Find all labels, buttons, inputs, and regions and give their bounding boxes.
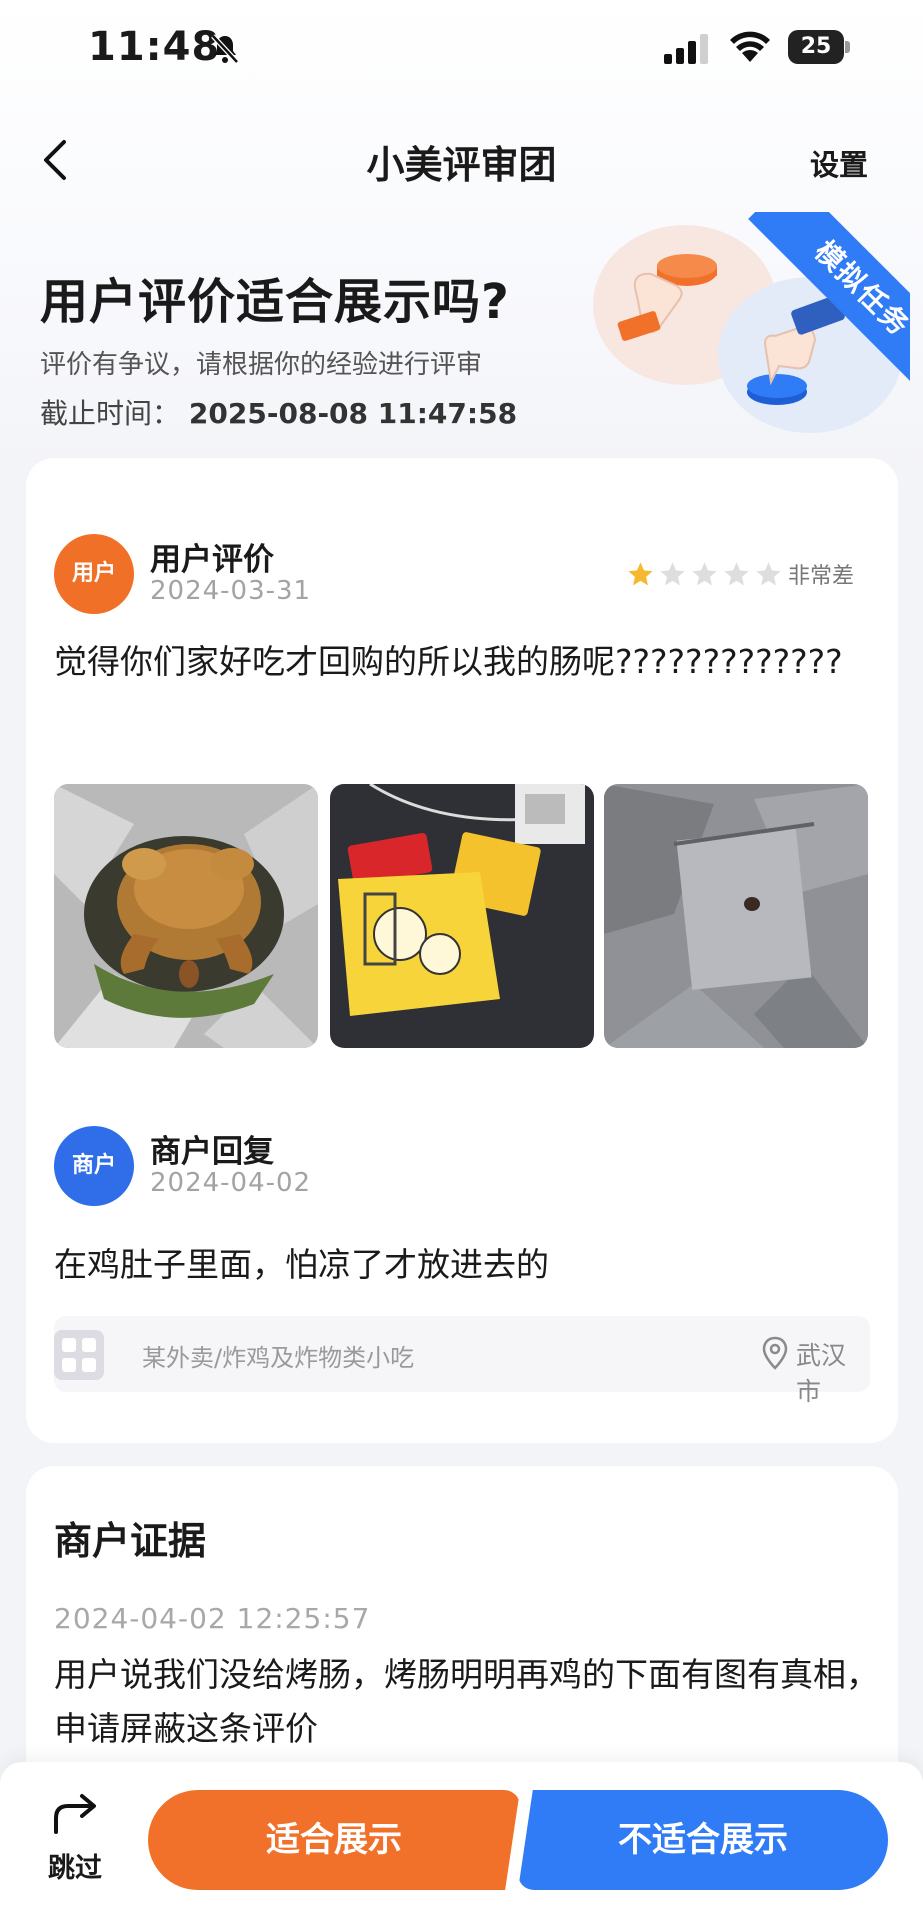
status-time: 11:48 — [88, 24, 221, 70]
battery-indicator: 25 — [788, 30, 850, 64]
signal-icon — [664, 34, 708, 64]
skip-label: 跳过 — [48, 1853, 102, 1884]
skip-arrow-icon — [54, 1794, 96, 1834]
stars — [626, 561, 786, 585]
merchant-avatar: 商户 — [54, 1126, 134, 1206]
review-photo-chicken[interactable] — [54, 784, 318, 1048]
evidence-text: 用户说我们没给烤肠，烤肠明明再鸡的下面有图有真相，申请屏蔽这条评价 — [54, 1655, 879, 1748]
rating-label: 非常差 — [788, 564, 855, 589]
shop-category: 某外卖/炸鸡及炸物类小吃 — [142, 1344, 415, 1372]
simulated-task-ribbon: 模拟任务 — [740, 212, 910, 382]
star-rating: 非常差 — [626, 558, 886, 592]
bell-muted-icon — [211, 34, 239, 64]
star-icon — [628, 561, 653, 585]
review-photo-foil[interactable] — [604, 784, 868, 1048]
evidence-title: 商户证据 — [54, 1519, 207, 1563]
merchant-reply-date: 2024-04-02 — [150, 1168, 312, 1198]
merchant-reply-name: 商户回复 — [150, 1134, 274, 1170]
suitable-button[interactable]: 适合展示 — [148, 1790, 520, 1890]
user-review-text: 觉得你们家好吃才回购的所以我的肠呢????????????? — [54, 642, 843, 681]
star-icon — [724, 561, 749, 585]
wifi-icon — [730, 31, 770, 62]
page-title: 小美评审团 — [366, 143, 557, 187]
battery-level: 25 — [800, 34, 832, 59]
shop-icon — [54, 1330, 104, 1380]
location-pin-icon — [762, 1336, 788, 1370]
deadline: 截止时间： 2025-08-08 11:47:58 — [40, 392, 517, 432]
unsuitable-button[interactable]: 不适合展示 — [518, 1790, 888, 1890]
review-card: 用户 用户评价 2024-03-31 非常差 觉得你们家好吃才回购的所以我的肠呢… — [26, 458, 898, 1443]
ribbon-label: 模拟任务 — [748, 212, 910, 382]
user-review-date: 2024-03-31 — [150, 576, 312, 606]
settings-button[interactable]: 设置 — [810, 142, 868, 184]
deadline-value: 2025-08-08 11:47:58 — [188, 397, 518, 430]
bottom-action-bar: 跳过 适合展示 不适合展示 — [0, 1762, 923, 1912]
review-photo-packet[interactable] — [330, 784, 594, 1048]
back-arrow-icon[interactable] — [38, 136, 72, 184]
hero-subtitle: 评价有争议，请根据你的经验进行评审 — [40, 350, 483, 380]
merchant-reply-text: 在鸡肚子里面，怕凉了才放进去的 — [54, 1245, 549, 1284]
shop-info-bar[interactable]: 某外卖/炸鸡及炸物类小吃 武汉市 — [54, 1316, 870, 1406]
battery-nub — [845, 41, 850, 53]
star-icon — [756, 561, 781, 585]
hero-title: 用户评价适合展示吗? — [40, 274, 510, 330]
deadline-label: 截止时间： — [40, 397, 181, 430]
shop-location: 武汉市 — [796, 1341, 847, 1406]
user-review-name: 用户评价 — [150, 542, 274, 578]
skip-button[interactable]: 跳过 — [34, 1788, 124, 1888]
status-bar: 11:48 25 — [0, 0, 923, 96]
user-avatar: 用户 — [54, 534, 134, 614]
star-icon — [692, 561, 717, 585]
evidence-time: 2024-04-02 12:25:57 — [54, 1602, 371, 1635]
star-icon — [660, 561, 685, 585]
nav-bar: 小美评审团 设置 — [0, 120, 923, 200]
